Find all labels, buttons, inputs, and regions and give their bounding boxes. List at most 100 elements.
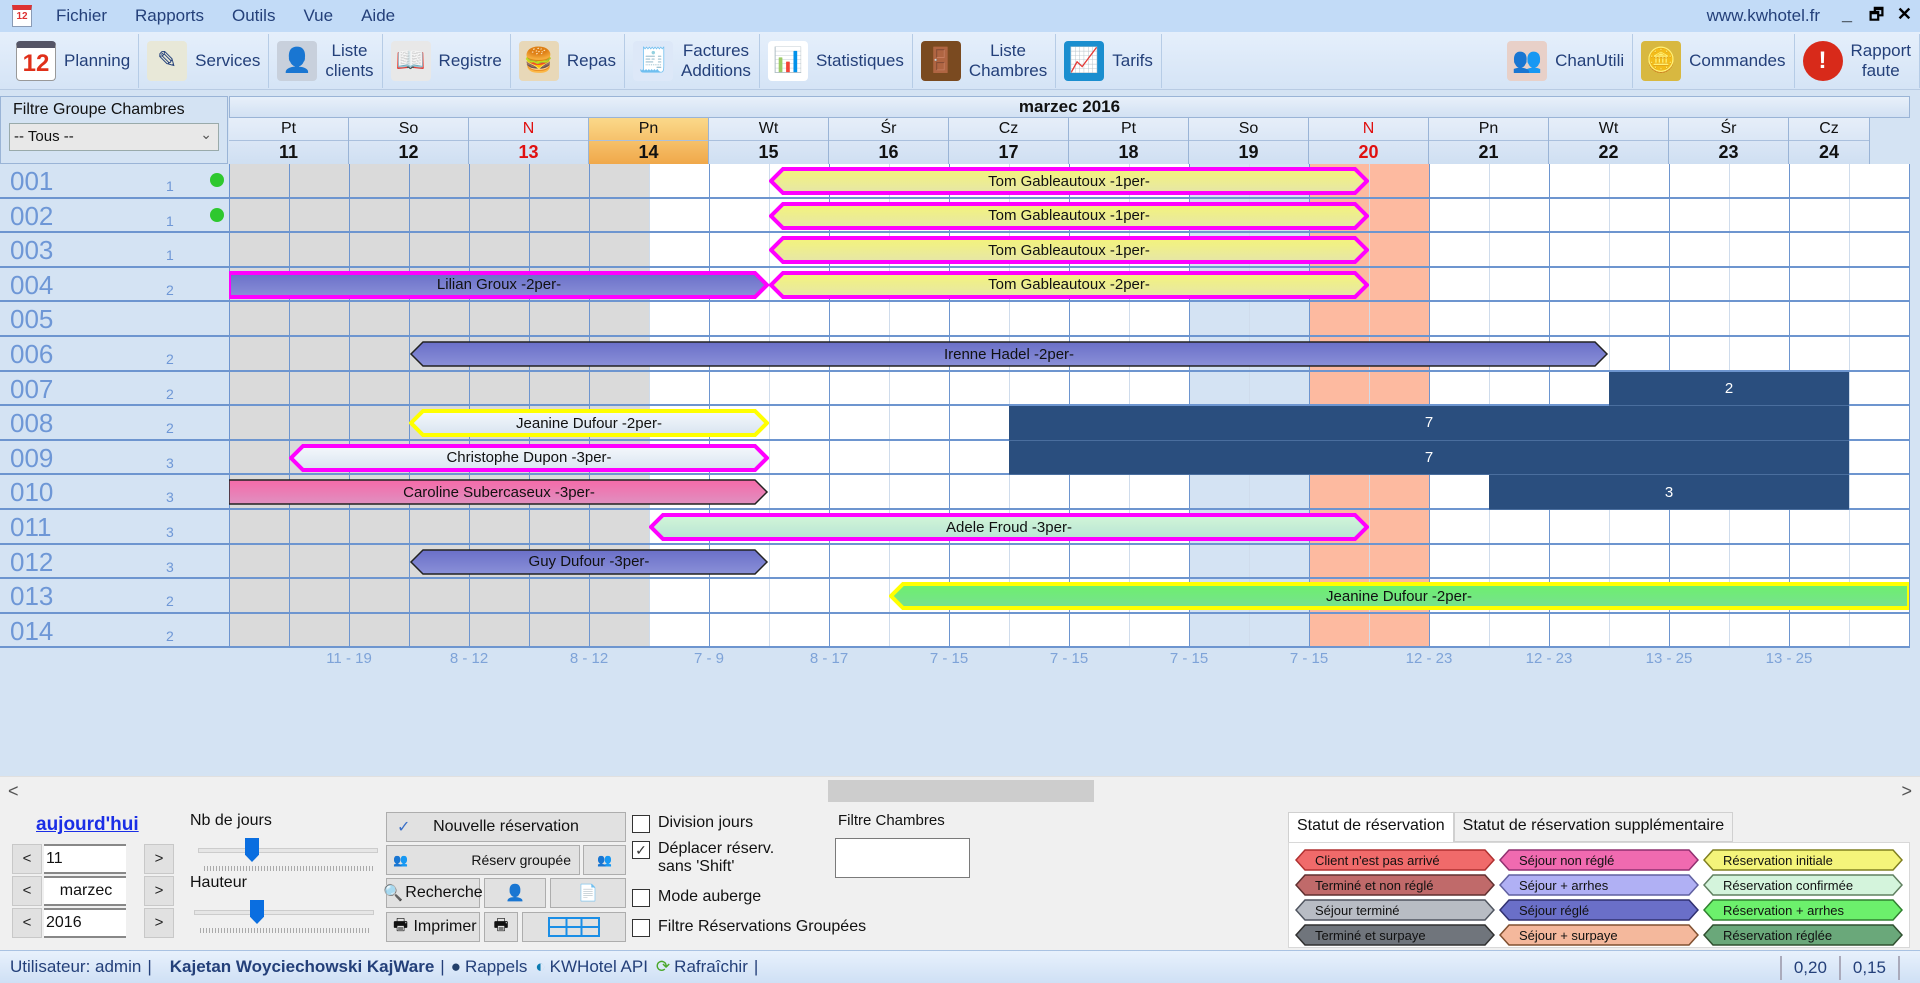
blocked-period[interactable]: 7	[1009, 406, 1849, 441]
month-prev-button[interactable]: <	[12, 876, 42, 906]
group-settings-button[interactable]: 👥	[583, 845, 626, 875]
day-header[interactable]: Cz 17	[949, 118, 1069, 164]
room-row[interactable]: 002 1	[0, 198, 229, 234]
reminders-link[interactable]: Rappels	[465, 957, 527, 977]
day-header[interactable]: Wt 22	[1549, 118, 1669, 164]
room-row[interactable]: 003 1	[0, 233, 229, 268]
room-row[interactable]: 007 2	[0, 371, 229, 407]
day-header[interactable]: Pn 14	[589, 118, 709, 164]
checkbox-division[interactable]: Division jours	[632, 814, 753, 833]
reservation-bar[interactable]: Tom Gableautoux -1per-	[769, 201, 1369, 230]
checkbox-box[interactable]	[632, 919, 650, 937]
reservation-bar[interactable]: Caroline Subercaseux -3per-	[229, 478, 769, 506]
slider-thumb[interactable]	[250, 900, 264, 924]
day-header[interactable]: Wt 15	[709, 118, 829, 164]
day-header[interactable]: Pt 11	[229, 118, 349, 164]
menu-rapports[interactable]: Rapports	[121, 6, 218, 26]
toolbar-person-button[interactable]: 👤 Liste clients	[269, 33, 383, 88]
day-header[interactable]: N 13	[469, 118, 589, 164]
reservation-bar[interactable]: Tom Gableautoux -2per-	[769, 270, 1369, 299]
toolbar-calendar-button[interactable]: 12 Planning	[8, 33, 140, 88]
search-button[interactable]: 🔍 Recherche	[383, 878, 483, 908]
year-input[interactable]: 2016	[44, 908, 126, 938]
height-slider[interactable]	[194, 900, 374, 940]
toolbar-coins-button[interactable]: 🪙 Commandes	[1633, 34, 1795, 88]
tab-additional-status[interactable]: Statut de réservation supplémentaire	[1453, 812, 1734, 842]
planning-grid[interactable]: 2 7 7 3 Tom Gableautoux -1per- Tom Gableautou…	[229, 164, 1910, 648]
blocked-period[interactable]: 3	[1489, 475, 1849, 510]
blocked-period[interactable]: 2	[1609, 371, 1849, 407]
menu-vue[interactable]: Vue	[289, 6, 347, 26]
client-search-button[interactable]: 👤	[484, 878, 546, 908]
day-header[interactable]: Pn 21	[1429, 118, 1549, 164]
reservation-bar[interactable]: Christophe Dupon -3per-	[289, 443, 769, 472]
restore-button[interactable]: 🗗	[1869, 4, 1884, 31]
menu-fichier[interactable]: Fichier	[42, 6, 121, 26]
reservation-bar[interactable]: Jeanine Dufour -2per-	[889, 582, 1909, 611]
toolbar-open-book-button[interactable]: 📖 Registre	[383, 33, 511, 88]
room-row[interactable]: 006 2	[0, 336, 229, 372]
year-next-button[interactable]: >	[144, 908, 174, 938]
scroll-right-arrow-icon[interactable]: >	[1901, 781, 1912, 802]
checkbox-déplacer[interactable]: ✓ Déplacer réserv. sans 'Shift'	[632, 840, 774, 876]
checkbox-mode[interactable]: Mode auberge	[632, 888, 761, 907]
day-next-button[interactable]: >	[144, 844, 174, 874]
reservation-bar[interactable]: Tom Gableautoux -1per-	[769, 167, 1369, 195]
day-header[interactable]: So 12	[349, 118, 469, 164]
toolbar-invoice-button[interactable]: 🧾 Factures Additions	[625, 33, 760, 88]
checkbox-filtre[interactable]: Filtre Réservations Groupées	[632, 918, 866, 937]
room-row[interactable]: 005	[0, 302, 229, 337]
checkbox-checked-icon[interactable]: ✓	[632, 841, 650, 859]
day-header[interactable]: N 20	[1309, 118, 1429, 164]
days-count-slider[interactable]	[198, 838, 378, 878]
grid-view-button[interactable]	[522, 912, 626, 942]
day-header[interactable]: Śr 16	[829, 118, 949, 164]
room-row[interactable]: 011 3	[0, 509, 229, 545]
month-next-button[interactable]: >	[144, 876, 174, 906]
year-prev-button[interactable]: <	[12, 908, 42, 938]
room-filter-input[interactable]	[835, 838, 970, 878]
app-calendar-icon[interactable]: 12	[12, 5, 32, 27]
blocked-period[interactable]: 7	[1009, 440, 1849, 476]
reservation-bar[interactable]: Lilian Groux -2per-	[229, 270, 769, 299]
reservation-bar[interactable]: Adele Froud -3per-	[649, 513, 1369, 541]
day-header[interactable]: So 19	[1189, 118, 1309, 164]
reservation-bar[interactable]: Tom Gableautoux -1per-	[769, 236, 1369, 265]
menu-outils[interactable]: Outils	[218, 6, 289, 26]
room-row[interactable]: 001 1	[0, 164, 229, 199]
checkbox-box[interactable]	[632, 815, 650, 833]
toolbar-chart-pencil-button[interactable]: ✎ Services	[139, 33, 270, 88]
website-link[interactable]: www.kwhotel.fr	[1707, 6, 1820, 26]
room-row[interactable]: 009 3	[0, 440, 229, 476]
api-link[interactable]: KWHotel API	[550, 957, 648, 977]
toolbar-error-report-button[interactable]: ! Rapport faute	[1795, 34, 1920, 88]
today-link[interactable]: aujourd'hui	[36, 814, 139, 836]
toolbar-users-group-button[interactable]: 👥 ChanUtili	[1499, 34, 1634, 88]
day-header[interactable]: Śr 23	[1669, 118, 1789, 164]
slider-thumb[interactable]	[245, 838, 259, 862]
print-button[interactable]: 🖶 Imprimer	[386, 912, 480, 942]
new-reservation-button[interactable]: ✓ Nouvelle réservation	[386, 812, 626, 842]
menu-aide[interactable]: Aide	[347, 6, 409, 26]
room-row[interactable]: 012 3	[0, 544, 229, 580]
minimize-button[interactable]: _	[1842, 4, 1852, 25]
room-row[interactable]: 013 2	[0, 579, 229, 614]
month-input[interactable]: marzec	[44, 876, 126, 906]
room-group-select[interactable]: -- Tous -- ⌄	[9, 123, 219, 151]
scroll-left-arrow-icon[interactable]: <	[8, 781, 19, 802]
day-header[interactable]: Pt 18	[1069, 118, 1189, 164]
toolbar-statistics-button[interactable]: 📊 Statistiques	[760, 33, 913, 88]
scrollbar-thumb[interactable]	[828, 780, 1094, 802]
reservation-bar[interactable]: Jeanine Dufour -2per-	[409, 409, 769, 438]
toolbar-meal-button[interactable]: 🍔 Repas	[511, 33, 625, 88]
checkbox-box[interactable]	[632, 889, 650, 907]
room-row[interactable]: 010 3	[0, 475, 229, 510]
print-small-button[interactable]: 🖶	[484, 912, 518, 942]
toolbar-door-button[interactable]: 🚪 Liste Chambres	[913, 33, 1057, 88]
document-search-button[interactable]: 📄	[550, 878, 626, 908]
group-reservation-button[interactable]: 👥 Réserv groupée	[386, 845, 580, 875]
close-button[interactable]: ✕	[1897, 4, 1912, 25]
room-row[interactable]: 014 2	[0, 613, 229, 649]
horizontal-scrollbar[interactable]: < >	[0, 776, 1920, 804]
day-input[interactable]: 11	[44, 844, 126, 874]
